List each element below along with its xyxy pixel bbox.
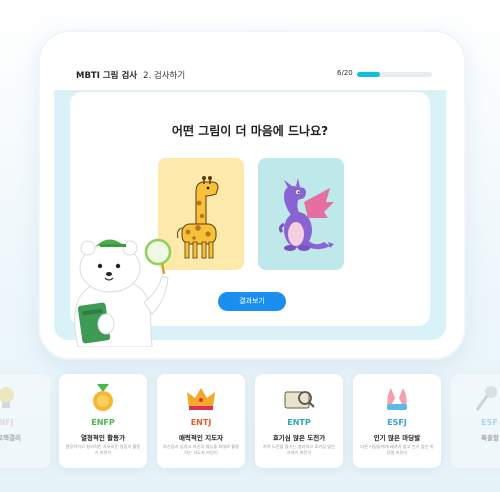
crown-icon (157, 384, 245, 412)
type-code: ENTJ (190, 418, 212, 427)
book-icon (255, 384, 343, 412)
bulb-icon (0, 384, 50, 412)
dragon-icon (278, 178, 334, 251)
type-card-esfj[interactable]: ESFJ 인기 많은 마당발 다른 사람들에게 배려가 많고 인기 많은 마당발… (353, 374, 441, 468)
type-description: 지적 도전을 즐기는 영리하고 호기심 많은 사색가 머린이 (262, 444, 336, 455)
question-text: 어떤 그림이 더 마음에 드나요? (171, 124, 329, 138)
type-nickname: 프로젝결리 (0, 434, 21, 442)
type-nickname: 매력적인 지도자 (178, 434, 224, 442)
type-nickname: 인기 많은 마당발 (373, 434, 421, 442)
progress-fill (357, 72, 380, 77)
type-description: 열정적이고 창의적인 자유로운 영혼의 활동가 머린이 (65, 444, 141, 455)
type-code: ENTP (287, 418, 311, 427)
type-nickname: 특출함 (481, 434, 499, 442)
type-code: ENFP (91, 418, 115, 427)
type-description: 다른 사람들에게 배려가 많고 인기 많은 마당발 머린이 (360, 444, 434, 455)
top-bar: MBTI 그림 검사 2. 검사하기 6/20 (54, 50, 446, 91)
bear-mascot (74, 238, 172, 347)
hands-icon (353, 384, 441, 412)
choice-dragon[interactable] (258, 158, 344, 270)
type-card-entp[interactable]: ENTP 호기심 많은 도전가 지적 도전을 즐기는 영리하고 호기심 많은 사… (255, 374, 343, 468)
magnifier-icon (144, 238, 172, 266)
type-code: ESFJ (387, 418, 407, 427)
app-title: MBTI 그림 검사 (76, 71, 138, 81)
medal-icon (59, 384, 147, 412)
progress-bar (357, 72, 432, 77)
type-code: NFJ (0, 418, 14, 427)
type-nickname: 열정적인 활동가 (80, 434, 126, 442)
step-label: 2. 검사하기 (143, 71, 186, 81)
type-card-enfp[interactable]: ENFP 열정적인 활동가 열정적이고 창의적인 자유로운 영혼의 활동가 머린… (59, 374, 147, 468)
page-title: MBTI 그림 검사 2. 검사하기 (76, 69, 185, 81)
type-card-esf[interactable]: ESF 특출함 (451, 374, 500, 468)
result-button[interactable]: 결과보기 (218, 292, 286, 311)
type-card-entj[interactable]: ENTJ 매력적인 지도자 자신감과 넘치고 자신의 재능을 최대로 활용하는 … (157, 374, 245, 468)
progress-count: 6/20 (337, 69, 353, 77)
type-description: 자신감과 넘치고 자신의 재능을 최대로 활용하는 지도자 머린이 (163, 444, 240, 455)
mic-icon (451, 384, 500, 412)
type-nickname: 호기심 많은 도전가 (272, 434, 326, 442)
type-card-nfj[interactable]: NFJ 프로젝결리 (0, 374, 50, 468)
type-code: ESF (481, 418, 498, 427)
